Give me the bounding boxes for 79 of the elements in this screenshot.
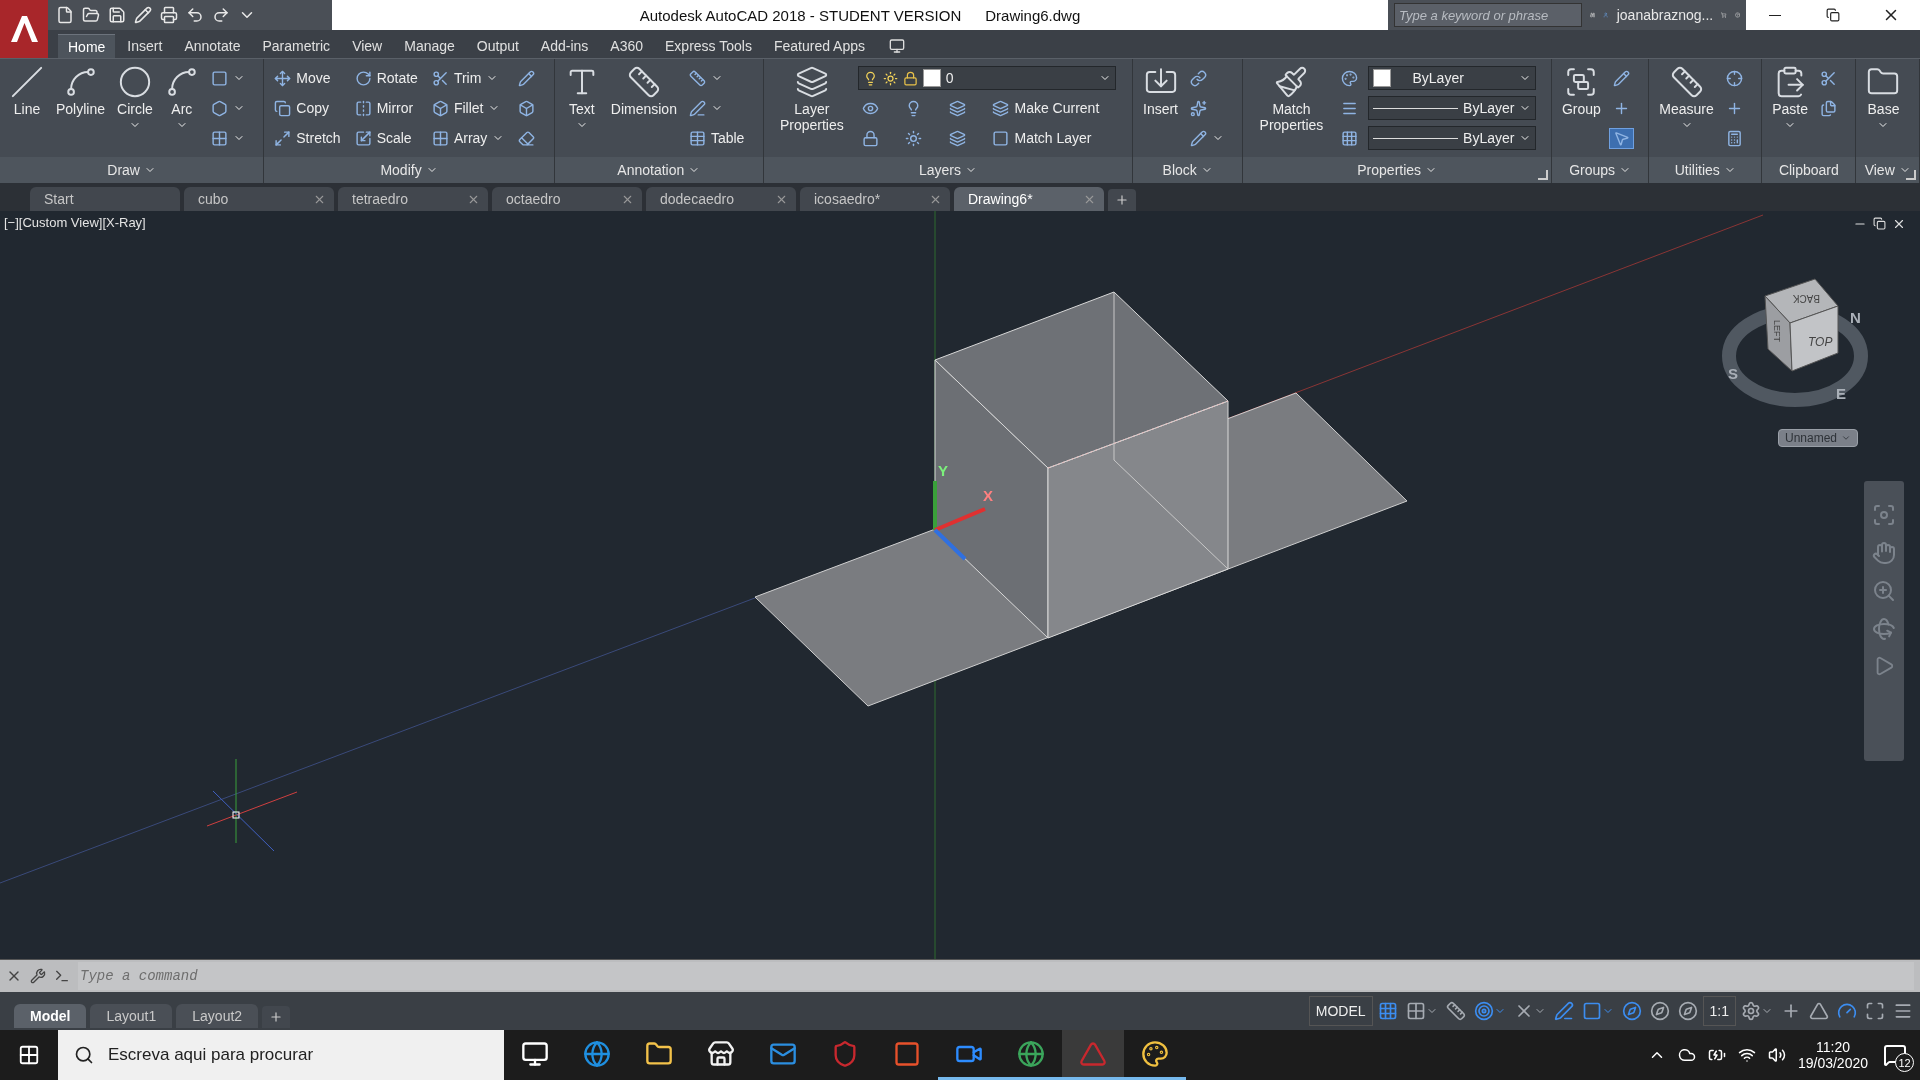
panel-title-bar[interactable]: View <box>1856 157 1919 183</box>
ribbon-tab[interactable]: Express Tools <box>655 34 762 58</box>
layout-tab[interactable]: Layout1 <box>90 1004 173 1028</box>
ribbon-tool-button[interactable]: Mirror <box>350 97 422 119</box>
file-name: Drawing6.dwg <box>985 6 1081 24</box>
panel-title-bar[interactable]: Block <box>1133 157 1243 183</box>
ribbon-tab[interactable]: Parametric <box>252 34 341 58</box>
ribbon-tool-button[interactable]: Dimension <box>606 63 681 119</box>
ribbon-tool-button[interactable]: Group <box>1557 63 1605 119</box>
document-tab[interactable]: dodecaedro <box>646 187 796 211</box>
axis-label: Y <box>938 462 948 479</box>
ribbon-tool-button[interactable]: Arc <box>160 63 203 133</box>
document-tab[interactable]: octaedro <box>492 187 642 211</box>
color-dropdown[interactable]: ByLayer <box>1368 66 1537 90</box>
document-tab[interactable]: cubo <box>184 187 334 211</box>
ribbon-tool-button[interactable]: Insert <box>1139 63 1182 119</box>
user-name[interactable]: joanabraznog... <box>1616 7 1714 23</box>
ribbon-tool-button[interactable]: Fillet <box>427 97 509 119</box>
ribbon-tab[interactable]: Insert <box>117 34 173 58</box>
ribbon-tool-button[interactable]: Make Current <box>988 97 1116 119</box>
notification-count: 12 <box>1895 1053 1914 1072</box>
ribbon-tool-button[interactable]: Layer Properties <box>769 63 854 135</box>
panel-title-bar[interactable]: Groups <box>1551 157 1649 183</box>
document-tab[interactable]: Start <box>30 187 180 211</box>
panel-title-bar[interactable]: Modify <box>264 157 554 183</box>
clock-time[interactable]: 11:20 <box>1815 1039 1850 1055</box>
line-dropdown[interactable]: ByLayer <box>1368 126 1537 150</box>
ribbon-tool-button[interactable]: Rotate <box>350 67 422 89</box>
ribbon-tab[interactable]: Manage <box>394 34 465 58</box>
panel-title-bar[interactable]: Layers <box>763 157 1132 183</box>
document-tab[interactable]: Drawing6* <box>954 187 1104 211</box>
layer-dropdown[interactable]: 0 <box>857 66 1116 90</box>
ribbon-tool-button[interactable]: Text <box>560 63 603 133</box>
annotation-scale-button[interactable]: 1:1 <box>1702 996 1736 1026</box>
line-dropdown[interactable]: ByLayer <box>1368 96 1537 120</box>
document-tab[interactable]: icosaedro* <box>800 187 950 211</box>
ribbon-tool-button[interactable]: Stretch <box>270 127 345 149</box>
command-input[interactable]: Type a command <box>78 962 1914 990</box>
ribbon-tool-button[interactable]: Polyline <box>52 63 110 119</box>
document-tab[interactable]: tetraedro <box>338 187 488 211</box>
ribbon-tool-button[interactable]: Line <box>6 63 48 119</box>
panel-title-bar[interactable]: Clipboard <box>1762 157 1856 183</box>
ribbon-tool-button[interactable]: Measure <box>1655 63 1718 133</box>
ribbon-tab[interactable]: View <box>342 34 393 58</box>
layout-tab[interactable]: Model <box>14 1004 87 1028</box>
ribbon-tool-button[interactable]: Base <box>1862 63 1905 133</box>
ribbon-tool-button[interactable]: Array <box>427 127 509 149</box>
taskbar-search[interactable]: Escreva aqui para procurar <box>58 1030 504 1080</box>
compass-label[interactable]: N <box>1850 309 1861 326</box>
ribbon-tab[interactable]: Featured Apps <box>763 34 875 58</box>
ribbon-tool-button[interactable]: Match Properties <box>1249 63 1334 135</box>
layout-tab[interactable]: Layout2 <box>176 1004 259 1028</box>
ribbon-tool-button[interactable]: Scale <box>350 127 422 149</box>
cube-face-label: BACK <box>1792 293 1820 304</box>
panel-title-bar[interactable]: Draw <box>0 157 264 183</box>
ribbon-tool-button[interactable]: Trim <box>427 67 509 89</box>
ribbon-tab[interactable]: Home <box>58 34 116 58</box>
cube-face-label: LEFT <box>1772 320 1782 342</box>
window-title: Autodesk AutoCAD 2018 - STUDENT VERSION <box>639 6 962 24</box>
search-field[interactable]: Type a keyword or phrase <box>1394 3 1582 27</box>
ribbon-tool-button[interactable]: Circle <box>113 63 157 133</box>
ribbon-tab[interactable]: Annotate <box>174 34 251 58</box>
ribbon-tool-button[interactable]: Table <box>684 127 749 149</box>
cube-face-label: TOP <box>1808 335 1833 349</box>
ribbon-tab[interactable]: Add-ins <box>530 34 599 58</box>
panel-title-bar[interactable]: Annotation <box>554 157 763 183</box>
panel-title-bar[interactable]: Properties <box>1243 157 1551 183</box>
ribbon-tool-button[interactable]: Move <box>270 67 345 89</box>
ribbon-tool-button[interactable]: Match Layer <box>988 127 1116 149</box>
model-space-button[interactable]: MODEL <box>1308 996 1373 1026</box>
clock-date[interactable]: 19/03/2020 <box>1797 1055 1868 1071</box>
panel-title-bar[interactable]: Utilities <box>1649 157 1762 183</box>
ribbon-tool-button[interactable]: Paste <box>1768 63 1813 133</box>
ribbon-tab[interactable]: A360 <box>600 34 653 58</box>
axis-label: X <box>983 487 993 504</box>
ribbon-tool-button[interactable]: Copy <box>270 97 345 119</box>
search-input[interactable]: Escreva aqui para procurar <box>106 1044 504 1066</box>
viewport-label[interactable]: [−][Custom View][X-Ray] <box>4 215 146 230</box>
ribbon-tab[interactable]: Output <box>466 34 529 58</box>
